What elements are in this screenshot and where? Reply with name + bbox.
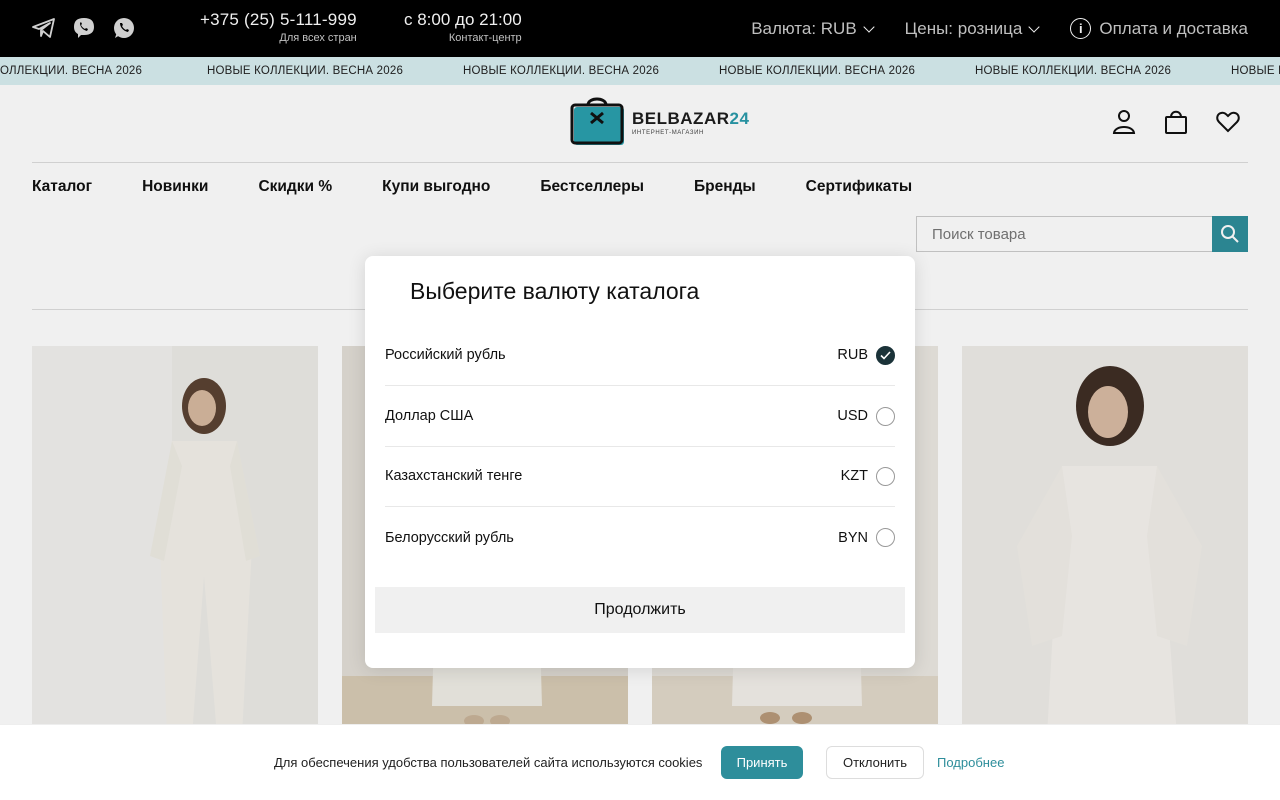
currency-name: Доллар США xyxy=(385,408,474,424)
cookie-banner: Для обеспечения удобства пользователей с… xyxy=(0,724,1280,800)
currency-option-usd[interactable]: Доллар США USD xyxy=(385,386,895,447)
currency-name: Российский рубль xyxy=(385,347,506,363)
accept-cookies-button[interactable]: Принять xyxy=(721,746,803,779)
currency-option-rub[interactable]: Российский рубль RUB xyxy=(385,325,895,386)
currency-modal: Выберите валюту каталога Российский рубл… xyxy=(365,256,915,668)
radio-unselected[interactable] xyxy=(876,528,895,547)
continue-button[interactable]: Продолжить xyxy=(375,587,905,633)
currency-option-byn[interactable]: Белорусский рубль BYN xyxy=(385,507,895,568)
currency-name: Белорусский рубль xyxy=(385,529,514,546)
currency-code: BYN xyxy=(838,529,868,546)
currency-code: RUB xyxy=(837,347,868,363)
modal-title: Выберите валюту каталога xyxy=(410,278,700,304)
currency-name: Казахстанский тенге xyxy=(385,468,523,484)
currency-code: KZT xyxy=(840,468,868,484)
radio-unselected[interactable] xyxy=(876,466,895,486)
cookie-message: Для обеспечения удобства пользователей с… xyxy=(274,755,703,770)
decline-cookies-button[interactable]: Отклонить xyxy=(826,746,924,779)
cookies-more-link[interactable]: Подробнее xyxy=(937,755,1004,770)
radio-selected[interactable] xyxy=(876,345,895,365)
currency-option-kzt[interactable]: Казахстанский тенге KZT xyxy=(385,446,895,507)
check-icon xyxy=(880,350,891,360)
radio-unselected[interactable] xyxy=(876,406,895,426)
currency-code: USD xyxy=(837,408,868,424)
